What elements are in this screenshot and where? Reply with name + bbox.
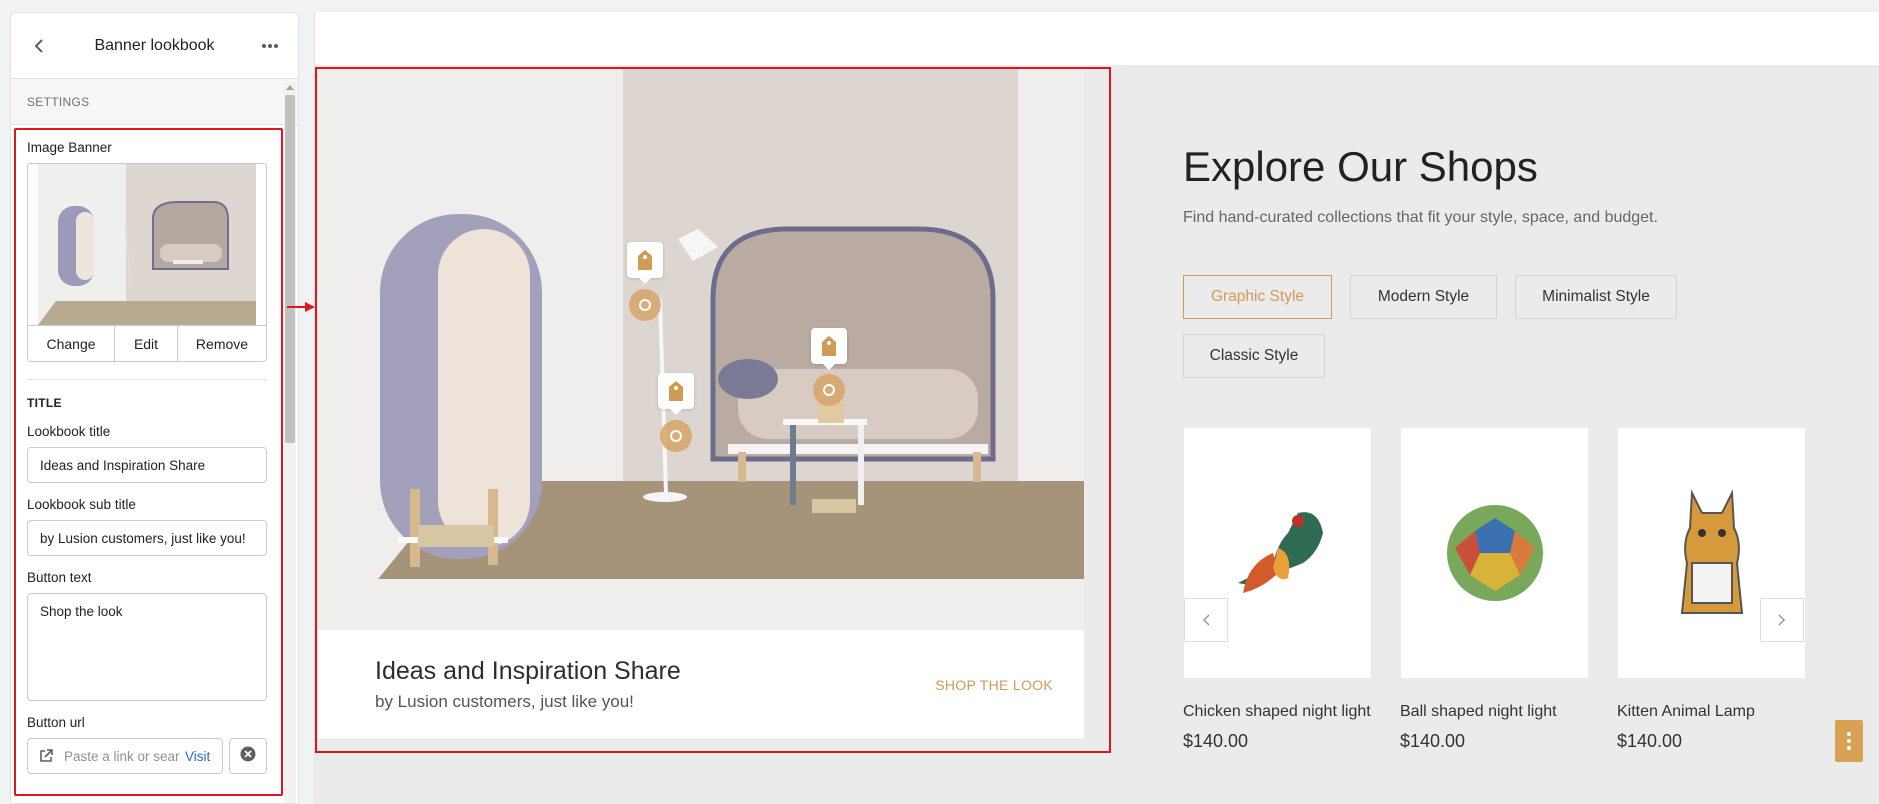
button-url-placeholder: Paste a link or sear [64,748,180,764]
lookbook-subtitle-label: Lookbook sub title [27,497,136,512]
filter-minimalist-style[interactable]: Minimalist Style [1515,275,1677,319]
button-url-input[interactable]: Paste a link or sear Visit [27,738,223,774]
highlight-box-preview [315,67,1111,753]
product-price: $140.00 [1400,731,1466,751]
change-image-button[interactable]: Change [28,326,115,361]
arrow-right-icon [287,302,315,312]
product-card[interactable] [1401,428,1588,678]
edit-image-button[interactable]: Edit [115,326,178,361]
image-banner-label: Image Banner [27,140,112,155]
button-url-row: Paste a link or sear Visit [27,738,267,774]
close-circle-icon [240,746,256,767]
remove-image-button[interactable]: Remove [178,326,266,361]
button-url-label: Button url [27,715,85,730]
chevron-left-icon [1202,614,1210,626]
product-image [1680,489,1743,614]
button-text-label: Button text [27,570,92,585]
more-vertical-icon [1847,732,1851,750]
product-price: $140.00 [1183,731,1249,751]
divider [27,379,267,380]
settings-section: Image Banner Change Edit Remove TITLE Lo… [27,140,267,774]
lookbook-title-label: Lookbook title [27,424,111,439]
image-banner-thumbnail[interactable] [28,164,266,325]
product-name[interactable]: Kitten Animal Lamp [1617,703,1755,721]
carousel-next-button[interactable] [1760,598,1804,642]
title-heading: TITLE [27,396,62,410]
external-link-icon [34,749,58,763]
chevron-left-icon[interactable] [25,32,53,60]
product-image [1446,505,1543,601]
panel-scrollbar[interactable] [284,83,296,803]
lookbook-subtitle-input[interactable]: by Lusion customers, just like you! [27,520,267,556]
product-image [1237,512,1323,593]
product-name[interactable]: Ball shaped night light [1400,703,1557,721]
floating-menu-button[interactable] [1835,720,1863,762]
explore-title: Explore Our Shops [1183,143,1538,190]
filter-classic-style[interactable]: Classic Style [1183,334,1325,378]
carousel-prev-button[interactable] [1184,598,1228,642]
lookbook-title-input[interactable]: Ideas and Inspiration Share [27,447,267,483]
scroll-up-icon[interactable] [286,85,294,90]
filter-modern-style[interactable]: Modern Style [1350,275,1497,319]
visit-link[interactable]: Visit [185,749,210,764]
panel-header: Banner lookbook [11,13,298,79]
scrollbar-thumb[interactable] [285,95,295,443]
product-price: $140.00 [1617,731,1683,751]
filter-graphic-style[interactable]: Graphic Style [1183,275,1332,319]
button-text-textarea[interactable]: Shop the look [27,593,267,701]
clear-url-button[interactable] [229,738,267,774]
panel-title: Banner lookbook [94,36,215,54]
image-banner-actions: Change Edit Remove [28,325,266,361]
image-banner-card: Change Edit Remove [27,163,267,362]
chevron-right-icon [1778,614,1786,626]
settings-label: SETTINGS [11,79,298,125]
more-horizontal-icon[interactable] [256,32,284,60]
explore-subtitle: Find hand-curated collections that fit y… [1183,209,1658,226]
product-name[interactable]: Chicken shaped night light [1183,703,1371,721]
